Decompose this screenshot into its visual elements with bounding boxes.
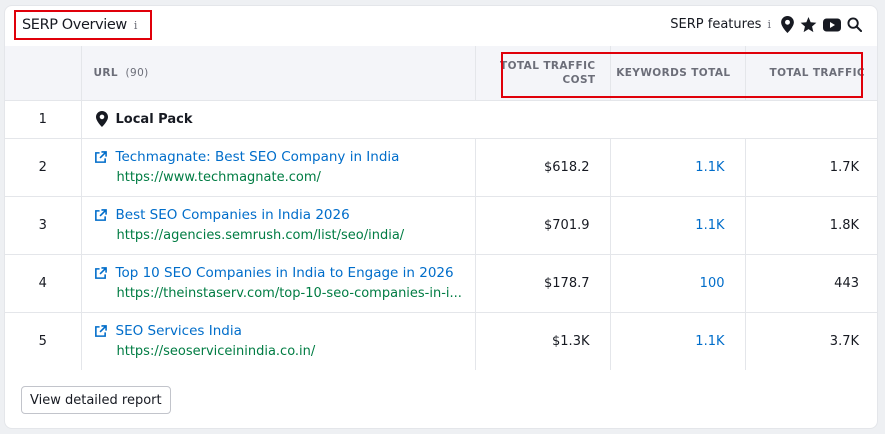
position-header — [5, 46, 82, 100]
result-title-link[interactable]: Top 10 SEO Companies in India to Engage … — [94, 265, 475, 281]
total-traffic-cost-header[interactable]: TOTAL TRAFFIC COST — [475, 46, 611, 100]
result-url[interactable]: https://seoserviceinindia.co.in/ — [117, 344, 477, 359]
result-url[interactable]: https://agencies.semrush.com/list/seo/in… — [117, 228, 477, 243]
keywords-link[interactable]: 1.1K — [610, 195, 746, 254]
url-cell: SEO Services India https://seoserviceini… — [81, 311, 477, 370]
result-url[interactable]: https://theinstaserv.com/top-10-seo-comp… — [117, 286, 477, 301]
total-traffic-header[interactable]: TOTAL TRAFFIC — [745, 46, 877, 100]
external-link-icon — [94, 266, 107, 279]
url-cell: Best SEO Companies in India 2026 https:/… — [81, 195, 477, 254]
local-pack-label: Local Pack — [115, 111, 193, 127]
traffic-cell: 443 — [745, 253, 877, 312]
info-icon[interactable]: i — [767, 18, 771, 31]
position-cell: 4 — [5, 253, 82, 312]
keywords-link[interactable]: 1.1K — [610, 311, 746, 370]
external-link-icon — [94, 150, 107, 163]
result-title-link[interactable]: Techmagnate: Best SEO Company in India — [94, 149, 475, 165]
position-cell: 1 — [5, 99, 82, 138]
serp-features-label: SERP features — [670, 17, 762, 32]
url-count: (90) — [125, 66, 149, 79]
external-link-icon — [94, 208, 107, 221]
search-icon[interactable] — [847, 17, 862, 32]
position-cell: 3 — [5, 195, 82, 254]
table-row: 3 Best SEO Companies in India 2026 https… — [5, 195, 877, 254]
result-url[interactable]: https://www.techmagnate.com/ — [117, 170, 477, 185]
result-title-link[interactable]: Best SEO Companies in India 2026 — [94, 207, 475, 223]
keywords-total-header[interactable]: KEYWORDS TOTAL — [610, 46, 746, 100]
position-cell: 5 — [5, 311, 82, 370]
keywords-link[interactable]: 100 — [610, 253, 746, 312]
result-title-link[interactable]: SEO Services India — [94, 323, 475, 339]
result-title: SEO Services India — [115, 323, 242, 340]
serp-overview-card: SERP Overview i SERP features i URL (90)… — [4, 5, 878, 429]
location-pin-icon — [95, 111, 108, 127]
title-text: SERP Overview — [22, 17, 127, 33]
traffic-cell: 1.8K — [745, 195, 877, 254]
page-title: SERP Overview i — [14, 10, 152, 40]
position-cell: 2 — [5, 137, 82, 196]
serp-table: URL (90) TOTAL TRAFFIC COST KEYWORDS TOT… — [5, 46, 877, 370]
result-title: Techmagnate: Best SEO Company in India — [115, 149, 400, 165]
traffic-cost-cell: $1.3K — [475, 311, 611, 370]
table-row: 5 SEO Services India https://seoservicei… — [5, 311, 877, 370]
traffic-cost-cell: $618.2 — [475, 137, 611, 196]
traffic-cell: 1.7K — [745, 137, 877, 196]
url-header[interactable]: URL (90) — [81, 46, 476, 100]
result-title: Best SEO Companies in India 2026 — [115, 207, 350, 223]
table-header-row: URL (90) TOTAL TRAFFIC COST KEYWORDS TOT… — [5, 46, 877, 100]
keywords-link[interactable]: 1.1K — [610, 137, 746, 196]
table-row: 4 Top 10 SEO Companies in India to Engag… — [5, 253, 877, 312]
url-cell: Top 10 SEO Companies in India to Engage … — [81, 253, 477, 312]
serp-features: SERP features i — [670, 16, 862, 33]
traffic-cost-cell: $178.7 — [475, 253, 611, 312]
view-detailed-report-button[interactable]: View detailed report — [21, 386, 171, 414]
result-title: Top 10 SEO Companies in India to Engage … — [115, 265, 454, 281]
external-link-icon — [94, 324, 107, 337]
info-icon[interactable]: i — [134, 19, 138, 32]
star-icon[interactable] — [800, 16, 817, 33]
location-pin-icon[interactable] — [781, 16, 794, 33]
card-header: SERP Overview i SERP features i — [5, 6, 877, 46]
url-cell: Techmagnate: Best SEO Company in India h… — [81, 137, 477, 196]
youtube-icon[interactable] — [823, 18, 841, 32]
table-row: 1 Local Pack — [5, 99, 877, 138]
traffic-cost-cell: $701.9 — [475, 195, 611, 254]
table-row: 2 Techmagnate: Best SEO Company in India… — [5, 137, 877, 196]
traffic-cell: 3.7K — [745, 311, 877, 370]
local-pack-cell: Local Pack — [81, 99, 877, 138]
